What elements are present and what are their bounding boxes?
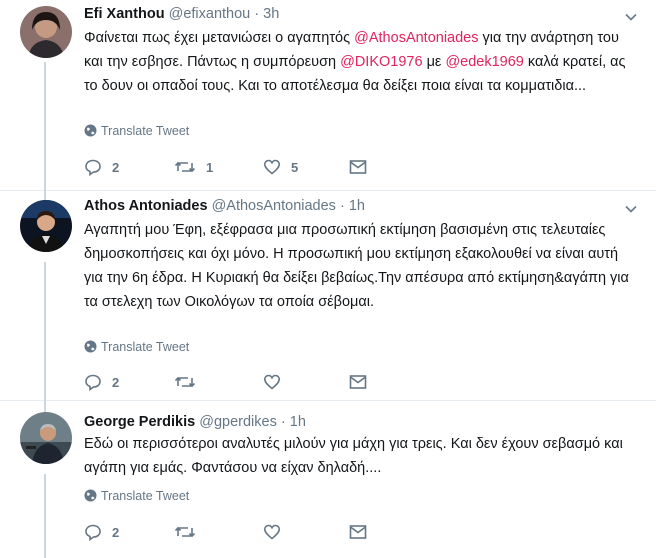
author-name[interactable]: Athos Antoniades xyxy=(84,198,208,214)
author-name[interactable]: Efi Xanthou xyxy=(84,6,165,22)
retweet-icon xyxy=(174,161,196,173)
avatar-athos-antoniades[interactable] xyxy=(20,200,72,252)
retweet-button[interactable]: 1 xyxy=(174,157,213,177)
reply-icon xyxy=(85,159,101,176)
retweet-count: 1 xyxy=(206,159,214,175)
tweet-3[interactable]: George Perdikis @gperdikes · 1h Εδώ οι π… xyxy=(0,400,656,558)
tweet-text: Φαίνεται πως έχει μετανιώσει ο αγαπητός … xyxy=(84,30,626,94)
chevron-down-icon[interactable] xyxy=(624,202,638,216)
translate-tweet-link[interactable]: Translate Tweet xyxy=(84,340,189,354)
author-name[interactable]: George Perdikis xyxy=(84,414,195,430)
separator-dot: · xyxy=(280,414,286,430)
tweet-text: Εδώ οι περισσότεροι αναλυτές μιλούν για … xyxy=(84,436,623,476)
thread-line xyxy=(44,400,46,412)
translate-tweet-link[interactable]: Translate Tweet xyxy=(84,489,189,503)
heart-icon xyxy=(263,374,281,390)
tweet-time[interactable]: 1h xyxy=(290,414,306,430)
thread-line xyxy=(44,262,46,400)
tweet-time[interactable]: 1h xyxy=(349,198,365,214)
reply-count: 2 xyxy=(112,159,120,175)
thread-line xyxy=(44,62,46,190)
like-count: 5 xyxy=(291,159,299,175)
heart-icon xyxy=(263,159,281,175)
avatar-efi-xanthou[interactable] xyxy=(20,6,72,58)
tweet-time[interactable]: 3h xyxy=(263,6,279,22)
reply-icon xyxy=(85,524,101,541)
retweet-button[interactable] xyxy=(174,522,206,542)
tweet-2[interactable]: Athos Antoniades @AthosAntoniades · 1h Α… xyxy=(0,190,656,400)
envelope-icon xyxy=(349,375,367,389)
tweet-text: Αγαπητή μου Έφη, εξέφρασα μια προσωπική … xyxy=(84,222,629,310)
retweet-icon xyxy=(174,526,196,538)
retweet-button[interactable] xyxy=(174,372,206,392)
envelope-icon xyxy=(349,525,367,539)
tweet-header: Efi Xanthou @efixanthou · 3h xyxy=(84,6,279,22)
mention-link[interactable]: @DIKO1976 xyxy=(340,54,422,70)
reply-icon xyxy=(85,374,101,391)
reply-button[interactable]: 2 xyxy=(84,372,119,392)
chevron-down-icon[interactable] xyxy=(624,10,638,24)
direct-message-button[interactable] xyxy=(349,372,367,392)
globe-icon xyxy=(84,340,97,353)
like-button[interactable] xyxy=(263,522,291,542)
reply-count: 2 xyxy=(112,374,120,390)
globe-icon xyxy=(84,489,97,502)
direct-message-button[interactable] xyxy=(349,157,367,177)
tweet-header: George Perdikis @gperdikes · 1h xyxy=(84,414,306,430)
like-button[interactable]: 5 xyxy=(263,157,298,177)
reply-count: 2 xyxy=(112,524,120,540)
globe-icon xyxy=(84,124,97,137)
separator-dot: · xyxy=(339,198,345,214)
tweet-header: Athos Antoniades @AthosAntoniades · 1h xyxy=(84,198,365,214)
thread-line xyxy=(44,474,46,558)
translate-tweet-link[interactable]: Translate Tweet xyxy=(84,124,189,138)
thread-line xyxy=(44,190,46,200)
like-button[interactable] xyxy=(263,372,291,392)
mention-link[interactable]: @AthosAntoniades xyxy=(354,30,478,46)
author-handle[interactable]: @AthosAntoniades xyxy=(212,198,336,214)
heart-icon xyxy=(263,524,281,540)
author-handle[interactable]: @gperdikes xyxy=(199,414,277,430)
reply-button[interactable]: 2 xyxy=(84,522,119,542)
avatar-george-perdikis[interactable] xyxy=(20,412,72,464)
author-handle[interactable]: @efixanthou xyxy=(169,6,251,22)
tweet-1[interactable]: Efi Xanthou @efixanthou · 3h Φαίνεται πω… xyxy=(0,0,656,190)
envelope-icon xyxy=(349,160,367,174)
separator-dot: · xyxy=(254,6,260,22)
retweet-icon xyxy=(174,376,196,388)
direct-message-button[interactable] xyxy=(349,522,367,542)
reply-button[interactable]: 2 xyxy=(84,157,119,177)
mention-link[interactable]: @edek1969 xyxy=(445,54,523,70)
